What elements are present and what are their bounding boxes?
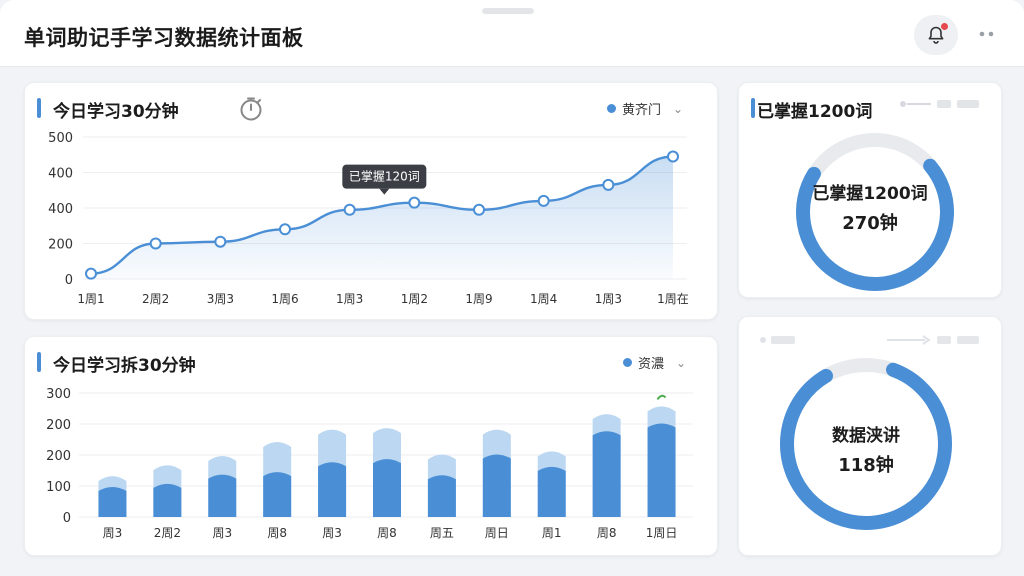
bar-highlight-mark: [656, 394, 667, 400]
bar-front: [373, 459, 401, 517]
line-chart-card: 今日学习30分钟 黄齐门 ⌄ 500 400 400 200 0 1周1 2周2 3周3 1周6…: [24, 82, 718, 320]
donut-arc: [780, 362, 952, 530]
faded-arrow-icon: [760, 335, 979, 345]
more-button[interactable]: [974, 24, 1000, 44]
card-accent-bar: [751, 98, 755, 118]
x-tick-label: 1周9: [465, 292, 492, 306]
x-tick-label: 2周2: [154, 526, 181, 540]
x-tick-label: 1周4: [530, 292, 557, 306]
donut-bottom-line1: 数据浃讲: [832, 426, 900, 446]
mastered-words-card: 已掌握1200词 已掌握1200词 270钟: [738, 82, 1002, 298]
x-tick-label: 周五: [430, 526, 454, 540]
x-tick-label: 周3: [212, 526, 232, 540]
donut-top-title: 已掌握1200词: [757, 102, 873, 122]
x-tick-label: 周1: [542, 526, 562, 540]
bar-chart: 300 200 200 100 0 周3 2周2 周3 周8 周3 周8 周五 周日 周1 周8 1周日: [46, 387, 693, 540]
line-point: [149, 237, 162, 250]
x-tick-label: 1周日: [646, 526, 678, 540]
y-tick-label: 200: [48, 238, 73, 253]
page-title: 单词助记手学习数据统计面板: [24, 26, 304, 50]
notification-button[interactable]: [914, 15, 958, 55]
tooltip-arrow: [379, 188, 390, 195]
bar-front: [537, 466, 566, 517]
study-time-card: 数据浃讲 118钟: [738, 316, 1002, 556]
y-tick-label: 400: [48, 202, 73, 217]
notification-dot: [941, 23, 948, 30]
x-tick-label: 1周2: [401, 292, 428, 306]
y-tick-label: 500: [48, 131, 73, 146]
tooltip-text: 已掌握120词: [349, 169, 420, 184]
x-tick-label: 周3: [103, 526, 123, 540]
y-tick-label: 300: [46, 387, 71, 402]
x-tick-label: 1周3: [336, 292, 363, 306]
donut-top-line2: 270钟: [842, 213, 898, 234]
bar-chart-card: 今日学习拆30分钟 资濃 ⌄ 300 200 200 100 0 周3 2周2 周3 周8 周3 周…: [24, 336, 718, 556]
line-point: [667, 150, 679, 163]
x-tick-label: 周3: [322, 526, 342, 540]
bar-front: [592, 431, 621, 517]
donut-top-line1: 已掌握1200词: [812, 184, 928, 204]
y-tick-label: 200: [46, 449, 71, 464]
x-tick-label: 1周1: [77, 292, 104, 306]
line-point: [473, 203, 485, 216]
bar-front: [482, 454, 511, 517]
y-tick-label: 100: [46, 480, 71, 495]
donut-bottom-line2: 118钟: [838, 455, 894, 476]
bar-front: [318, 462, 347, 517]
y-tick-label: 0: [63, 511, 71, 526]
line-point: [279, 223, 291, 236]
bar-front: [153, 483, 182, 517]
x-tick-label: 周8: [597, 526, 617, 540]
line-point: [85, 267, 97, 280]
x-tick-label: 2周2: [142, 292, 169, 306]
app-window: 单词助记手学习数据统计面板 今日学习30分钟 黄齐门 ⌄ 500 400 400…: [0, 0, 1024, 576]
bar-front: [427, 475, 456, 517]
faded-arrow-icon: [900, 100, 979, 108]
x-tick-label: 1周3: [595, 292, 622, 306]
chart-tooltip: 已掌握120词: [342, 164, 427, 195]
y-tick-label: 400: [48, 167, 73, 182]
line-point: [343, 203, 356, 216]
y-tick-label: 200: [46, 418, 71, 433]
line-point: [214, 235, 227, 248]
bar-front: [263, 472, 292, 517]
bar-front: [98, 487, 127, 517]
line-chart: 500 400 400 200 0 1周1 2周2 3周3 1周6 1周3 1周2 1周9 1周4 1周3…: [48, 131, 689, 306]
bar-front: [647, 423, 676, 517]
x-tick-label: 周8: [267, 526, 287, 540]
y-tick-label: 0: [65, 273, 73, 288]
x-tick-label: 1周在: [657, 292, 689, 306]
x-tick-label: 3周3: [207, 292, 234, 306]
x-tick-label: 周8: [377, 526, 397, 540]
line-point: [602, 178, 615, 191]
line-point: [408, 196, 421, 209]
line-point: [537, 194, 550, 207]
bar-front: [208, 474, 237, 517]
more-dots-icon: [979, 31, 994, 37]
x-tick-label: 1周6: [271, 292, 298, 306]
drag-handle[interactable]: [482, 8, 534, 14]
x-tick-label: 周日: [485, 526, 509, 540]
header-bar: 单词助记手学习数据统计面板: [0, 0, 1024, 67]
